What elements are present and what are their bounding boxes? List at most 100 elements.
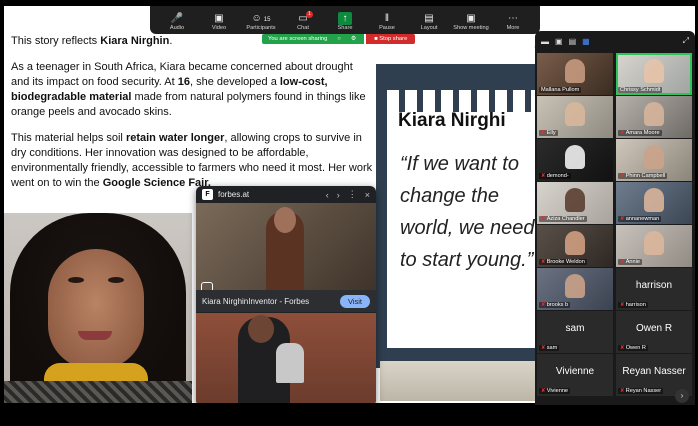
toolbar-label: More <box>506 25 520 31</box>
participant-video <box>644 101 664 126</box>
strip-view-icon[interactable]: ▤ <box>569 37 577 46</box>
layout-icon: ▤ <box>424 13 434 24</box>
muted-mic-icon: ✘ <box>541 388 546 394</box>
toolbar-video-button[interactable]: ▣ Video <box>198 12 240 31</box>
participant-tile[interactable]: ✘annanewman <box>616 182 692 224</box>
toolbar-chat-button[interactable]: ▭ 1 Chat <box>282 11 324 31</box>
participant-display-name: harrison <box>635 280 673 291</box>
toolbar-label: Layout <box>420 25 438 31</box>
participant-label: ✘Phinn Campbell <box>618 173 668 179</box>
participant-count: 15 <box>263 17 271 23</box>
toolbar-label: Video <box>211 25 227 31</box>
stop-share-button[interactable]: ■ Stop share <box>366 34 416 44</box>
minimize-icon[interactable]: ▬ <box>541 37 549 46</box>
muted-mic-icon: ✘ <box>620 388 625 394</box>
participant-tile[interactable]: ✘Annie <box>616 225 692 267</box>
participant-display-name: Owen R <box>635 323 673 334</box>
text: . <box>169 35 173 47</box>
participant-name: Chrissy Schmidt <box>620 87 661 93</box>
participant-label: ✘Owen R <box>618 345 648 351</box>
stop-share-label: Stop share <box>379 36 408 42</box>
more-vert-icon[interactable]: ⋮ <box>348 189 357 200</box>
gallery-view-icon[interactable]: ▦ <box>582 37 590 46</box>
participant-tile[interactable]: Chrissy Schmidt <box>616 53 692 95</box>
forward-icon[interactable]: › <box>337 190 340 200</box>
show-meeting-icon: ▣ <box>466 13 476 24</box>
expand-icon[interactable]: ⤢ <box>683 36 689 46</box>
participant-name: Amara Moore <box>625 130 660 136</box>
participant-name: Aziza Chandler <box>546 216 585 222</box>
bold-text: Google Science Fair. <box>102 177 211 189</box>
text: , she developed a <box>189 76 280 88</box>
gallery-header: ▬ ▣ ▤ ▦ ⤢ <box>535 31 695 51</box>
result-caption: Kiara NirghinInventor - Forbes Visit <box>196 290 376 312</box>
muted-mic-icon: ✘ <box>620 216 625 222</box>
participant-video <box>644 187 664 212</box>
participant-label: ✘Reyan Nasser <box>618 388 664 394</box>
bold-text: retain water longer <box>125 132 225 144</box>
gallery-panel: ▬ ▣ ▤ ▦ ⤢ Mallana Pullom Chrissy Schmidt ✘… <box>535 31 695 409</box>
video-camera-icon: ▣ <box>214 13 224 24</box>
toolbar-label: Chat <box>297 25 309 31</box>
next-page-icon[interactable]: › <box>675 389 689 403</box>
toolbar-layout-button[interactable]: ▤ Layout <box>408 12 450 31</box>
participant-name: demond- <box>546 173 569 179</box>
participant-tile[interactable]: ✘Amara Moore <box>616 96 692 138</box>
participant-tile[interactable]: ✘Brooke Weldon <box>537 225 613 267</box>
toolbar-share-button[interactable]: ↑ Share <box>324 12 366 31</box>
participant-tile[interactable]: ✘Phinn Campbell <box>616 139 692 181</box>
participant-tile[interactable]: Vivienne ✘Vivienne <box>537 354 613 396</box>
bottom-bar <box>0 405 698 426</box>
participant-tile[interactable]: ✘Aziza Chandler <box>537 182 613 224</box>
result-image-2[interactable] <box>196 313 376 403</box>
browser-popup[interactable]: F forbes.at ‹ › ⋮ × Kiara NirghinInvento… <box>196 186 376 403</box>
forbes-favicon-icon: F <box>202 189 213 200</box>
result-image-1[interactable] <box>196 203 376 299</box>
pin-icon[interactable]: ○ <box>337 34 341 44</box>
participant-video <box>565 144 585 169</box>
participant-tile[interactable]: Mallana Pullom <box>537 53 613 95</box>
participant-label: Mallana Pullom <box>539 87 582 93</box>
participant-name: Brooke Weldon <box>546 259 585 265</box>
muted-mic-icon: ✘ <box>541 130 546 136</box>
participant-video <box>644 230 664 255</box>
pause-icon: ‖ <box>384 13 390 24</box>
muted-mic-icon: ✘ <box>541 259 546 265</box>
stop-icon: ■ <box>374 36 378 42</box>
participant-label: ✘annanewman <box>618 216 662 222</box>
participant-label: ✘Annie <box>618 259 642 265</box>
participant-label: ✘demond- <box>539 173 571 179</box>
close-icon[interactable]: × <box>365 190 370 200</box>
options-icon[interactable]: ⚙ <box>351 34 356 44</box>
sharing-indicator: You are screen sharing ○ ⚙ <box>262 34 365 44</box>
toolbar-participants-button[interactable]: ☺ 15 Participants <box>240 12 282 31</box>
more-icon: ⋯ <box>508 13 518 24</box>
visit-button[interactable]: Visit <box>339 294 370 308</box>
toolbar-show-meeting-button[interactable]: ▣ Show meeting <box>450 12 492 31</box>
toolbar-audio-button[interactable]: 🎤 Audio <box>156 12 198 31</box>
muted-mic-icon: ✘ <box>541 216 546 222</box>
toolbar-more-button[interactable]: ⋯ More <box>492 12 534 31</box>
muted-mic-icon: ✘ <box>620 173 625 179</box>
participant-name: Owen R <box>625 345 646 351</box>
participant-tile[interactable]: Owen R ✘Owen R <box>616 311 692 353</box>
participant-name: Vivienne <box>546 388 569 394</box>
back-icon[interactable]: ‹ <box>326 190 329 200</box>
participant-tile[interactable]: harrison ✘harrison <box>616 268 692 310</box>
chat-icon: ▭ 1 <box>298 11 313 24</box>
bold-text: Kiara Nirghin <box>100 35 170 47</box>
story-paragraph: As a teenager in South Africa, Kiara bec… <box>11 60 373 120</box>
speaker-view-icon[interactable]: ▣ <box>555 37 563 46</box>
participant-tile[interactable]: ✘brooks b <box>537 268 613 310</box>
participant-video <box>565 101 585 126</box>
participant-video <box>565 273 585 298</box>
participant-tile[interactable]: sam ✘sam <box>537 311 613 353</box>
bold-text: 16 <box>177 76 190 88</box>
participant-label: ✘brooks b <box>539 302 571 308</box>
trophy <box>276 343 304 383</box>
portrait-photo <box>4 213 192 403</box>
participant-tile[interactable]: ✘demond- <box>537 139 613 181</box>
toolbar-pause-button[interactable]: ‖ Pause <box>366 12 408 31</box>
chat-badge: 1 <box>305 11 313 18</box>
participant-tile[interactable]: ✘Elly <box>537 96 613 138</box>
